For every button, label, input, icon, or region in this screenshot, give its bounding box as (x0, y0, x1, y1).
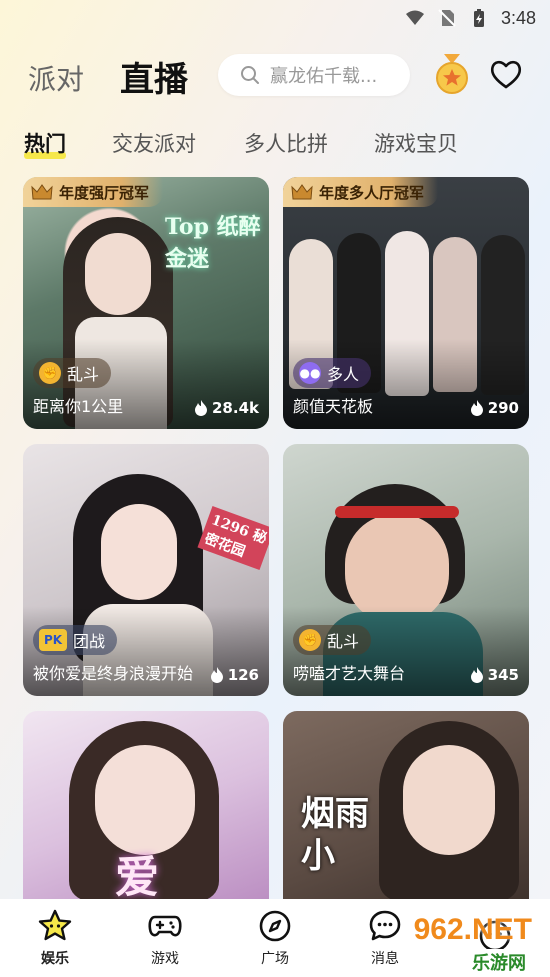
room-heat: 290 (470, 399, 519, 417)
live-room-card[interactable]: Top 纸醉金迷 年度强厅冠军 ✊ 乱斗 距离你1公里 28.4k (23, 177, 269, 429)
tab-hot-label: 热门 (24, 132, 66, 156)
room-title: 被你爱是终身浪漫开始 (33, 664, 194, 683)
room-title: 颜值天花板 (293, 397, 374, 416)
flame-icon (210, 667, 223, 683)
room-heat-value: 345 (487, 666, 519, 684)
crown-icon (31, 184, 53, 200)
room-type-label: 乱斗 (327, 632, 360, 651)
room-title: 唠嗑才艺大舞台 (293, 664, 406, 683)
room-heat: 126 (210, 666, 259, 684)
room-type-label: 多人 (327, 365, 360, 384)
tab-party[interactable]: 派对 (28, 58, 84, 98)
room-type-label: 团战 (73, 632, 106, 651)
pk-icon: PK (39, 629, 67, 651)
award-badge: 年度强厅冠军 (23, 177, 164, 207)
tab-dating-party[interactable]: 交友派对 (112, 128, 196, 158)
room-heat: 28.4k (194, 399, 259, 417)
tab-multi-compete[interactable]: 多人比拼 (244, 128, 328, 158)
wifi-icon (405, 10, 424, 25)
compass-icon (259, 910, 291, 942)
site-watermark: 962.NET 乐游网 (404, 909, 544, 975)
flame-icon (470, 667, 483, 683)
nav-label: 广场 (261, 951, 289, 967)
brawl-icon: ✊ (39, 362, 61, 384)
room-type-tag: ✊ 乱斗 (33, 358, 112, 388)
room-heat-value: 290 (487, 399, 519, 417)
nav-entertainment[interactable]: 娱乐 (15, 908, 95, 968)
award-badge-label: 年度强厅冠军 (59, 183, 150, 202)
crown-icon (291, 184, 313, 200)
search-input[interactable]: 赢龙佑千载... (218, 54, 410, 96)
room-overlay-text: 烟雨小 (301, 794, 369, 876)
room-type-tag: PK 团战 (33, 625, 118, 655)
battery-charging-icon (473, 9, 484, 27)
room-heat: 345 (470, 666, 519, 684)
live-room-card[interactable]: 年度多人厅冠军 ●● 多人 颜值天花板 290 (283, 177, 529, 429)
search-icon (241, 66, 259, 84)
medal-icon[interactable] (434, 54, 470, 96)
nav-label: 游戏 (151, 951, 179, 967)
flame-icon (195, 400, 207, 416)
no-sim-icon (438, 9, 456, 27)
gamepad-icon (148, 915, 182, 937)
live-room-card[interactable]: 爱 (23, 711, 269, 911)
header: 派对 直播 赢龙佑千载... (0, 48, 550, 104)
star-icon (38, 909, 72, 941)
chat-icon (369, 910, 401, 941)
award-badge-label: 年度多人厅冠军 (319, 183, 425, 202)
award-badge: 年度多人厅冠军 (283, 177, 439, 207)
room-title: 距离你1公里 (33, 397, 124, 416)
live-room-card[interactable]: 烟雨小 (283, 711, 529, 911)
tab-game-babe[interactable]: 游戏宝贝 (374, 128, 458, 158)
nav-label: 娱乐 (41, 951, 69, 967)
room-type-label: 乱斗 (67, 365, 100, 384)
nav-label: 消息 (371, 951, 399, 967)
tab-live[interactable]: 直播 (120, 52, 188, 101)
multi-user-icon: ●● (299, 362, 321, 384)
category-tabs: 热门 交友派对 多人比拼 游戏宝贝 (0, 128, 550, 164)
room-type-tag: ✊ 乱斗 (293, 625, 372, 655)
room-type-tag: ●● 多人 (293, 358, 372, 388)
status-bar: 3:48 (0, 0, 550, 36)
room-overlay-text: 爱 (115, 852, 159, 903)
nav-plaza[interactable]: 广场 (235, 908, 315, 968)
heart-icon[interactable] (488, 56, 524, 92)
status-time: 3:48 (500, 7, 536, 28)
brawl-icon: ✊ (299, 629, 321, 651)
nav-games[interactable]: 游戏 (125, 908, 205, 968)
flame-icon (470, 400, 483, 416)
live-room-card[interactable]: ✊ 乱斗 唠嗑才艺大舞台 345 (283, 444, 529, 696)
tab-hot[interactable]: 热门 (24, 128, 66, 159)
room-heat-value: 126 (227, 666, 259, 684)
room-overlay-text: Top 纸醉金迷 (165, 214, 261, 272)
live-room-card[interactable]: 1296 秘密花园 PK 团战 被你爱是终身浪漫开始 126 (23, 444, 269, 696)
search-placeholder: 赢龙佑千载... (270, 66, 378, 87)
room-heat-value: 28.4k (212, 399, 259, 417)
watermark-main: 962.NET (413, 913, 532, 946)
watermark-sub: 乐游网 (466, 949, 532, 975)
